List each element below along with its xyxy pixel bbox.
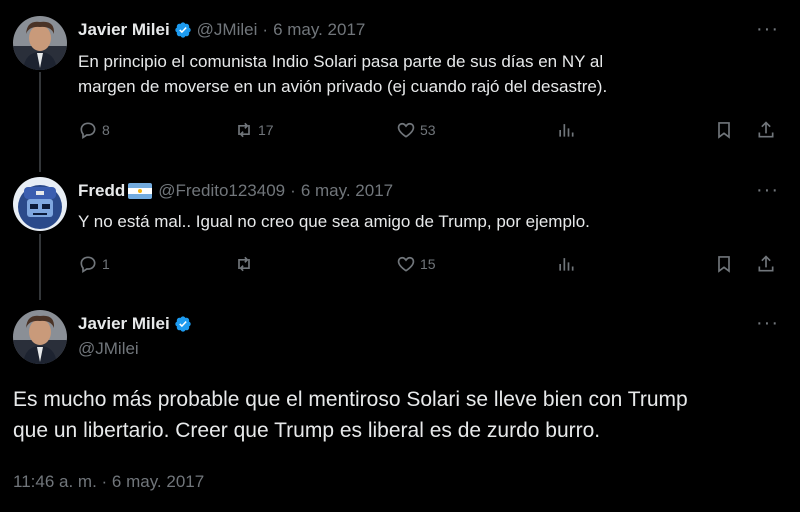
argentina-flag-icon: [128, 183, 153, 199]
views-button[interactable]: [556, 254, 576, 274]
reply-button[interactable]: 8: [78, 120, 110, 140]
retweet-icon: [238, 256, 250, 272]
like-count: 53: [420, 122, 436, 138]
like-button[interactable]: 53: [396, 120, 436, 140]
avatar-image: [13, 310, 67, 364]
main-tweet-text: Es mucho más probable que el mentiroso S…: [13, 384, 793, 446]
verified-badge-icon: [174, 315, 192, 333]
reply-count: 1: [102, 256, 110, 272]
more-icon[interactable]: ···: [756, 19, 779, 39]
reply-count: 8: [102, 122, 110, 138]
author-name[interactable]: Javier Milei: [78, 20, 170, 40]
author-handle[interactable]: @Fredito123409: [158, 181, 285, 201]
share-icon: [758, 121, 774, 138]
tweet-date[interactable]: 6 may. 2017: [273, 20, 365, 40]
reply-button[interactable]: 1: [78, 254, 110, 274]
separator-dot: ·: [290, 181, 296, 200]
tweet-1-header: Javier Milei @JMilei · 6 may. 2017: [78, 20, 365, 40]
author-name[interactable]: Fredd: [78, 181, 125, 201]
thread-line-2: [39, 234, 41, 300]
verified-badge-icon: [174, 21, 192, 39]
avatar-fredd[interactable]: [13, 177, 67, 231]
avatar-image: [13, 16, 67, 70]
bookmark-icon: [718, 256, 730, 273]
like-button[interactable]: 15: [396, 254, 436, 274]
reply-icon: [80, 122, 96, 140]
like-icon: [397, 256, 415, 272]
text-line: En principio el comunista Indio Solari p…: [78, 52, 604, 71]
bookmark-icon: [718, 122, 730, 139]
retweet-button[interactable]: 17: [234, 120, 274, 140]
share-icon: [758, 255, 774, 272]
share-button[interactable]: [756, 254, 776, 274]
tweet-2-header: Fredd @Fredito123409 · 6 may. 2017: [78, 181, 393, 201]
main-tweet-header: Javier Milei: [78, 314, 192, 334]
like-icon: [397, 122, 415, 138]
avatar-image: [13, 177, 67, 231]
tweet-2-text: Y no está mal.. Igual no creo que sea am…: [78, 209, 590, 234]
author-name[interactable]: Javier Milei: [78, 314, 170, 334]
main-tweet-handle-row: @JMilei: [78, 339, 139, 359]
share-button[interactable]: [756, 120, 776, 140]
separator-dot: ·: [262, 20, 269, 39]
main-tweet-timestamp[interactable]: 11:46 a. m. · 6 may. 2017: [13, 472, 204, 492]
views-icon: [559, 258, 574, 271]
text-line: que un libertario. Creer que Trump es li…: [13, 419, 601, 442]
retweet-icon: [238, 122, 250, 138]
avatar-javier-milei[interactable]: [13, 16, 67, 70]
bookmark-button[interactable]: [714, 254, 734, 274]
views-icon: [559, 124, 574, 137]
author-handle[interactable]: @JMilei: [78, 339, 139, 359]
like-count: 15: [420, 256, 436, 272]
more-icon[interactable]: ···: [756, 313, 779, 333]
tweet-1-text: En principio el comunista Indio Solari p…: [78, 49, 607, 99]
text-line: Es mucho más probable que el mentiroso S…: [13, 388, 688, 411]
views-button[interactable]: [556, 120, 576, 140]
author-handle[interactable]: @JMilei: [197, 20, 258, 40]
avatar-javier-milei[interactable]: [13, 310, 67, 364]
reply-icon: [80, 256, 96, 274]
retweet-count: 17: [258, 122, 274, 138]
retweet-button[interactable]: [234, 254, 254, 274]
text-line: margen de moverse en un avión privado (e…: [78, 77, 608, 96]
tweet-date[interactable]: 6 may. 2017: [301, 181, 393, 201]
text-line: Y no está mal.. Igual no creo que sea am…: [78, 212, 590, 231]
more-icon[interactable]: ···: [756, 180, 779, 200]
bookmark-button[interactable]: [714, 120, 734, 140]
thread-line-1: [39, 72, 41, 172]
